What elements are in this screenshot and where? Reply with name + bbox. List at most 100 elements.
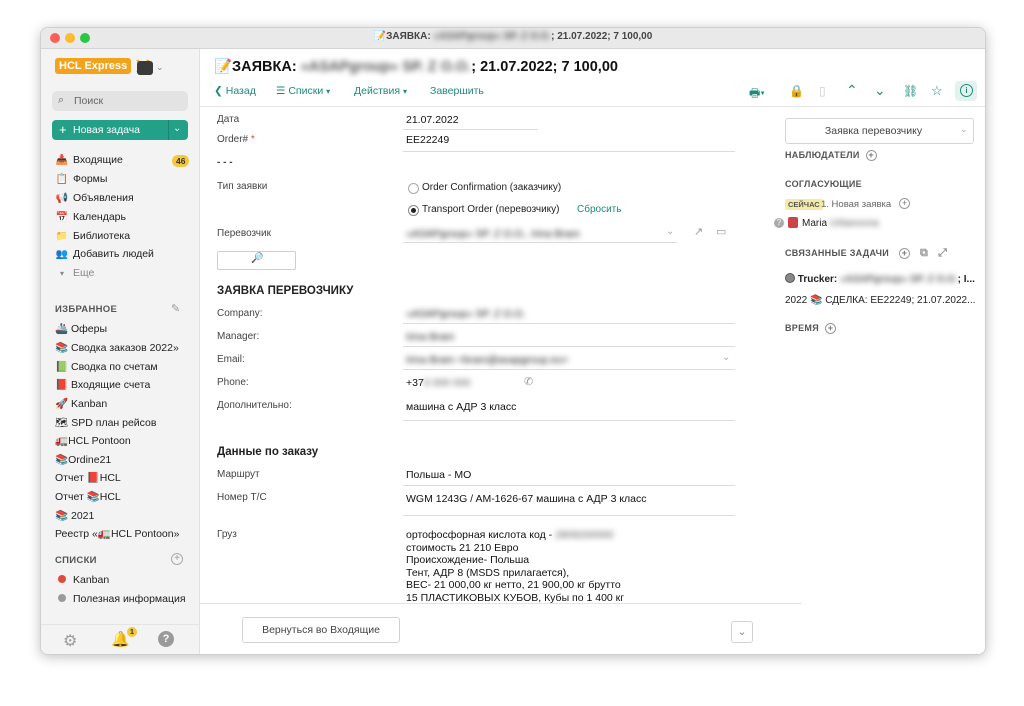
vehicle-value[interactable]: WGM 1243G / AM-1626-67 машина с АДР 3 кл… xyxy=(406,493,647,505)
extra-value[interactable]: машина с АДР 3 класс xyxy=(406,401,516,413)
back-link[interactable]: ❮ Назад xyxy=(214,85,256,97)
lists-dropdown[interactable]: ☰ Списки ▾ xyxy=(276,85,330,97)
favorite-item[interactable]: 🚢 Оферы xyxy=(55,322,107,338)
option-order-confirmation[interactable]: Order Confirmation (заказчику) xyxy=(422,182,561,193)
gear-icon[interactable]: ⚙ xyxy=(63,631,77,651)
carrier-label: Перевозчик xyxy=(217,228,271,239)
new-task-button[interactable]: + Новая задача ⌄ xyxy=(52,120,188,140)
expand-icon[interactable]: ⤢ xyxy=(938,247,947,259)
favorite-item[interactable]: 📗 Сводка по счетам xyxy=(55,360,158,376)
type-label: Тип заявки xyxy=(217,181,268,192)
favorite-item[interactable]: Отчет 📕HCL xyxy=(55,471,121,487)
account-avatar[interactable] xyxy=(137,61,153,75)
arrow-left-icon: ❮ xyxy=(214,85,223,97)
dashes-separator: - - - xyxy=(217,157,233,168)
document-icon: ▯ xyxy=(819,84,826,98)
route-underline xyxy=(403,485,735,486)
sidebar: HCL Express ❯❯ ⌄ ⌕ Поиск + Новая задача … xyxy=(41,49,200,654)
info-icon: i xyxy=(960,84,973,97)
list-item-kanban[interactable]: Kanban xyxy=(55,574,109,590)
extra-underline xyxy=(403,420,735,421)
pencil-icon[interactable]: ✎ xyxy=(171,302,180,315)
favorite-item[interactable]: 📚Ordine21 xyxy=(55,453,111,469)
favorite-item[interactable]: 🚛HCL Pontoon xyxy=(55,434,131,450)
favorite-item[interactable]: 📕 Входящие счета xyxy=(55,378,150,394)
order-value[interactable]: EE22249 xyxy=(406,134,449,146)
page-title: 📝ЗАЯВКА: «ASAPgroup» SP. Z O.O.; 21.07.2… xyxy=(214,59,618,75)
approver-name[interactable]: Maria Urbanovna xyxy=(802,218,879,229)
carrier-chevron-down-icon[interactable]: ⌄ xyxy=(666,226,674,237)
return-to-inbox-button[interactable]: Вернуться во Входящие xyxy=(242,617,400,643)
chevron-down-icon[interactable]: ⌄ xyxy=(874,82,886,99)
star-icon[interactable]: ☆ xyxy=(931,83,943,99)
vehicle-underline xyxy=(403,515,735,516)
vehicle-label: Номер Т/С xyxy=(217,492,267,503)
manager-value[interactable]: Irina Bram xyxy=(406,331,454,343)
sidebar-item-calendar[interactable]: 📅 Календарь xyxy=(55,211,126,227)
email-value[interactable]: Irina Bram <bram@asapgroup.eu> xyxy=(406,354,568,366)
favorites-header: ИЗБРАННОЕ xyxy=(55,304,118,315)
radio-order-confirmation[interactable] xyxy=(408,183,419,194)
related-task-trucker[interactable]: Trucker: «ASAPgroup» SP. Z O.O.; I... xyxy=(785,273,975,285)
company-value[interactable]: «ASAPgroup» SP. Z O.O. xyxy=(406,308,525,320)
add-observer-plus-icon[interactable]: + xyxy=(865,150,877,162)
favorite-item[interactable]: Отчет 📚HCL xyxy=(55,490,121,506)
sidebar-item-more[interactable]: ▾ Еще xyxy=(55,267,94,283)
carrier-search-button[interactable]: 🔎 xyxy=(217,251,296,270)
clipboard-icon[interactable]: ▭ xyxy=(716,225,726,238)
favorite-item[interactable]: Реестр «🚛HCL Pontoon» xyxy=(55,527,179,543)
add-approver-plus-icon[interactable]: + xyxy=(899,197,910,209)
link-icon[interactable]: ⛓ xyxy=(903,84,918,98)
back-label: Назад xyxy=(225,85,256,97)
sidebar-item-label: Добавить людей xyxy=(73,248,154,260)
cargo-line: Тент, АДР 8 (MSDS прилагается), xyxy=(406,566,570,579)
calendar-icon: 📅 xyxy=(55,212,69,223)
chevron-up-icon[interactable]: ⌃ xyxy=(846,82,858,99)
add-people-icon: 👥 xyxy=(55,249,69,260)
sidebar-item-announcements[interactable]: 📢 Объявления xyxy=(55,192,134,208)
related-task-deal[interactable]: 2022 📚 СДЕЛКА: EE22249; 21.07.2022... xyxy=(785,295,975,306)
cargo-value[interactable]: ортофосфорная кислота код - 2809200000 с… xyxy=(406,529,624,604)
phone-icon[interactable]: ✆ xyxy=(524,375,533,388)
route-value[interactable]: Польша - МО xyxy=(406,469,471,481)
red-dot-icon xyxy=(55,575,69,586)
cargo-line: ортофосфорная кислота код - 2809200000 xyxy=(406,529,614,541)
printer-icon[interactable]: 🖶▾ xyxy=(749,84,765,105)
title-bar: 📝ЗАЯВКА: «ASAPgroup» SP. Z O.O.; 21.07.2… xyxy=(41,28,985,49)
sidebar-item-add-people[interactable]: 👥 Добавить людей xyxy=(55,248,154,264)
sidebar-item-library[interactable]: 📁 Библиотека xyxy=(55,230,130,246)
new-task-label: Новая задача xyxy=(73,124,141,136)
lock-icon[interactable]: 🔒 xyxy=(789,84,804,98)
info-button[interactable]: i xyxy=(955,81,977,101)
search-input[interactable]: ⌕ Поиск xyxy=(52,91,188,111)
new-task-chevron-down-icon[interactable]: ⌄ xyxy=(173,123,181,134)
external-link-icon[interactable]: ↗ xyxy=(694,225,703,238)
sidebar-item-forms[interactable]: 📋 Формы xyxy=(55,173,108,189)
add-time-plus-icon[interactable]: + xyxy=(824,323,836,335)
favorite-item[interactable]: 📚 2021 xyxy=(55,509,94,525)
help-icon[interactable]: ? xyxy=(158,631,174,647)
scroll-down-chevron-icon[interactable]: ⌄ xyxy=(731,621,753,643)
email-chevron-down-icon[interactable]: ⌄ xyxy=(722,352,730,363)
status-button[interactable]: Заявка перевозчику ⌄ xyxy=(785,118,974,144)
favorite-item[interactable]: 🚀 Kanban xyxy=(55,397,107,413)
carrier-value[interactable]: «ASAPgroup» SP. Z O.O., Irina Bram xyxy=(406,228,580,240)
phone-value[interactable]: +370 000 000 xyxy=(406,377,471,389)
copy-task-icon[interactable]: ⧉ xyxy=(920,247,928,259)
actions-dropdown[interactable]: Действия ▾ xyxy=(354,85,407,97)
notifications-badge: 1 xyxy=(127,627,137,637)
favorite-item[interactable]: 📚 Сводка заказов 2022» xyxy=(55,341,179,357)
hcl-logo[interactable]: HCL Express ❯❯ xyxy=(55,58,154,80)
radio-transport-order[interactable] xyxy=(408,205,419,216)
option-transport-order[interactable]: Transport Order (перевозчику) xyxy=(422,204,560,215)
favorite-item[interactable]: 🗺 SPD план рейсов xyxy=(55,416,156,432)
sidebar-item-inbox[interactable]: 📥 Входящие xyxy=(55,154,123,170)
order-underline xyxy=(403,151,735,152)
add-related-plus-icon[interactable]: + xyxy=(898,248,910,260)
account-chevron-down-icon[interactable]: ⌄ xyxy=(156,62,164,73)
finish-button[interactable]: Завершить xyxy=(430,85,484,97)
add-list-plus-icon[interactable]: + xyxy=(171,553,183,565)
date-value[interactable]: 21.07.2022 xyxy=(406,114,459,126)
reset-link[interactable]: Сбросить xyxy=(577,204,621,215)
list-item-useful-info[interactable]: Полезная информация xyxy=(55,593,186,609)
